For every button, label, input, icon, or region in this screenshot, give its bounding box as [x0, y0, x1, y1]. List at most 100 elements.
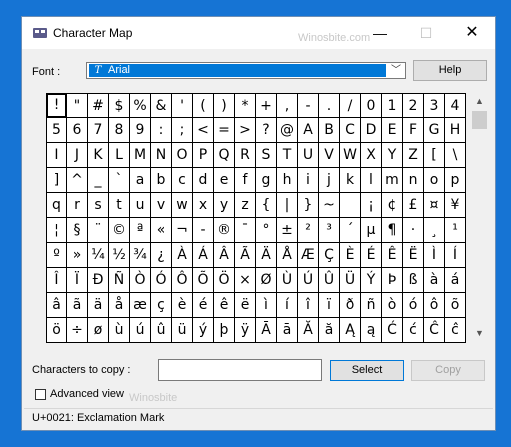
font-dropdown[interactable]: T Arial ﹀	[86, 62, 406, 79]
char-cell[interactable]: Ï	[67, 268, 88, 293]
char-cell[interactable]: W	[340, 143, 361, 168]
char-cell[interactable]: ¢	[382, 193, 403, 218]
char-cell[interactable]: ö	[46, 318, 67, 343]
char-cell[interactable]: Ë	[403, 243, 424, 268]
char-cell[interactable]: ?	[256, 118, 277, 143]
char-cell[interactable]: Õ	[193, 268, 214, 293]
char-cell[interactable]: {	[256, 193, 277, 218]
char-cell[interactable]: 2	[403, 93, 424, 118]
char-cell[interactable]: 3	[424, 93, 445, 118]
char-cell[interactable]: %	[130, 93, 151, 118]
char-cell[interactable]: ¯	[235, 218, 256, 243]
char-cell[interactable]: 7	[88, 118, 109, 143]
maximize-button[interactable]: ☐	[403, 17, 449, 49]
char-cell[interactable]: Y	[382, 143, 403, 168]
char-cell[interactable]: Ì	[424, 243, 445, 268]
char-cell[interactable]: ú	[130, 318, 151, 343]
char-cell[interactable]: Ă	[298, 318, 319, 343]
char-cell[interactable]: Ê	[382, 243, 403, 268]
char-cell[interactable]: s	[88, 193, 109, 218]
char-cell[interactable]	[340, 193, 361, 218]
char-cell[interactable]: -	[298, 93, 319, 118]
char-cell[interactable]: Î	[46, 268, 67, 293]
char-cell[interactable]: w	[172, 193, 193, 218]
char-cell[interactable]: õ	[445, 293, 466, 318]
char-cell[interactable]: /	[340, 93, 361, 118]
char-cell[interactable]: #	[88, 93, 109, 118]
char-cell[interactable]: 8	[109, 118, 130, 143]
char-cell[interactable]: ¾	[130, 243, 151, 268]
char-cell[interactable]: ø	[88, 318, 109, 343]
char-cell[interactable]: <	[193, 118, 214, 143]
char-cell[interactable]: å	[109, 293, 130, 318]
char-cell[interactable]: 6	[67, 118, 88, 143]
char-cell[interactable]: Í	[445, 243, 466, 268]
char-cell[interactable]: ê	[214, 293, 235, 318]
char-cell[interactable]: ć	[403, 318, 424, 343]
char-cell[interactable]: (	[193, 93, 214, 118]
char-cell[interactable]: Þ	[382, 268, 403, 293]
chevron-down-icon[interactable]: ﹀	[388, 64, 404, 77]
char-cell[interactable]: Ö	[214, 268, 235, 293]
char-cell[interactable]: J	[67, 143, 88, 168]
char-cell[interactable]: Æ	[298, 243, 319, 268]
char-cell[interactable]: Ú	[298, 268, 319, 293]
char-cell[interactable]: M	[130, 143, 151, 168]
char-cell[interactable]: q	[46, 193, 67, 218]
char-cell[interactable]: Ò	[130, 268, 151, 293]
char-cell[interactable]: »	[67, 243, 88, 268]
char-cell[interactable]: i	[298, 168, 319, 193]
scroll-thumb[interactable]	[472, 111, 487, 129]
char-cell[interactable]: E	[382, 118, 403, 143]
char-cell[interactable]: Á	[193, 243, 214, 268]
char-cell[interactable]: ³	[319, 218, 340, 243]
char-cell[interactable]: r	[67, 193, 88, 218]
char-cell[interactable]: ĉ	[445, 318, 466, 343]
char-cell[interactable]: ²	[298, 218, 319, 243]
char-cell[interactable]: ă	[319, 318, 340, 343]
minimize-button[interactable]: —	[357, 17, 403, 49]
char-cell[interactable]: í	[277, 293, 298, 318]
char-cell[interactable]: ¬	[172, 218, 193, 243]
char-cell[interactable]: ~	[319, 193, 340, 218]
char-cell[interactable]: 1	[382, 93, 403, 118]
char-cell[interactable]: H	[445, 118, 466, 143]
char-cell[interactable]: U	[298, 143, 319, 168]
char-cell[interactable]: £	[403, 193, 424, 218]
char-cell[interactable]: 4	[445, 93, 466, 118]
char-cell[interactable]: Â	[214, 243, 235, 268]
char-cell[interactable]: .	[319, 93, 340, 118]
char-cell[interactable]: \	[445, 143, 466, 168]
char-cell[interactable]: Û	[319, 268, 340, 293]
char-cell[interactable]: Ù	[277, 268, 298, 293]
char-cell[interactable]: ï	[319, 293, 340, 318]
char-cell[interactable]: )	[214, 93, 235, 118]
char-cell[interactable]: v	[151, 193, 172, 218]
char-cell[interactable]: Ć	[382, 318, 403, 343]
char-cell[interactable]: z	[235, 193, 256, 218]
char-cell[interactable]: ó	[403, 293, 424, 318]
char-cell[interactable]: ô	[424, 293, 445, 318]
char-cell[interactable]: p	[445, 168, 466, 193]
char-cell[interactable]: ñ	[361, 293, 382, 318]
char-cell[interactable]: G	[424, 118, 445, 143]
char-cell[interactable]: e	[214, 168, 235, 193]
char-cell[interactable]: I	[46, 143, 67, 168]
char-cell[interactable]: x	[193, 193, 214, 218]
char-cell[interactable]: Ĉ	[424, 318, 445, 343]
select-button[interactable]: Select	[330, 360, 404, 381]
char-cell[interactable]: N	[151, 143, 172, 168]
char-cell[interactable]: ã	[67, 293, 88, 318]
char-cell[interactable]: Ó	[151, 268, 172, 293]
char-cell[interactable]: `	[109, 168, 130, 193]
char-cell[interactable]: f	[235, 168, 256, 193]
char-cell[interactable]: º	[46, 243, 67, 268]
char-cell[interactable]: ´	[340, 218, 361, 243]
char-cell[interactable]: Ä	[256, 243, 277, 268]
char-cell[interactable]: Ñ	[109, 268, 130, 293]
copy-button[interactable]: Copy	[411, 360, 485, 381]
char-cell[interactable]: S	[256, 143, 277, 168]
char-cell[interactable]: d	[193, 168, 214, 193]
char-cell[interactable]: !	[46, 93, 67, 118]
char-cell[interactable]: a	[130, 168, 151, 193]
